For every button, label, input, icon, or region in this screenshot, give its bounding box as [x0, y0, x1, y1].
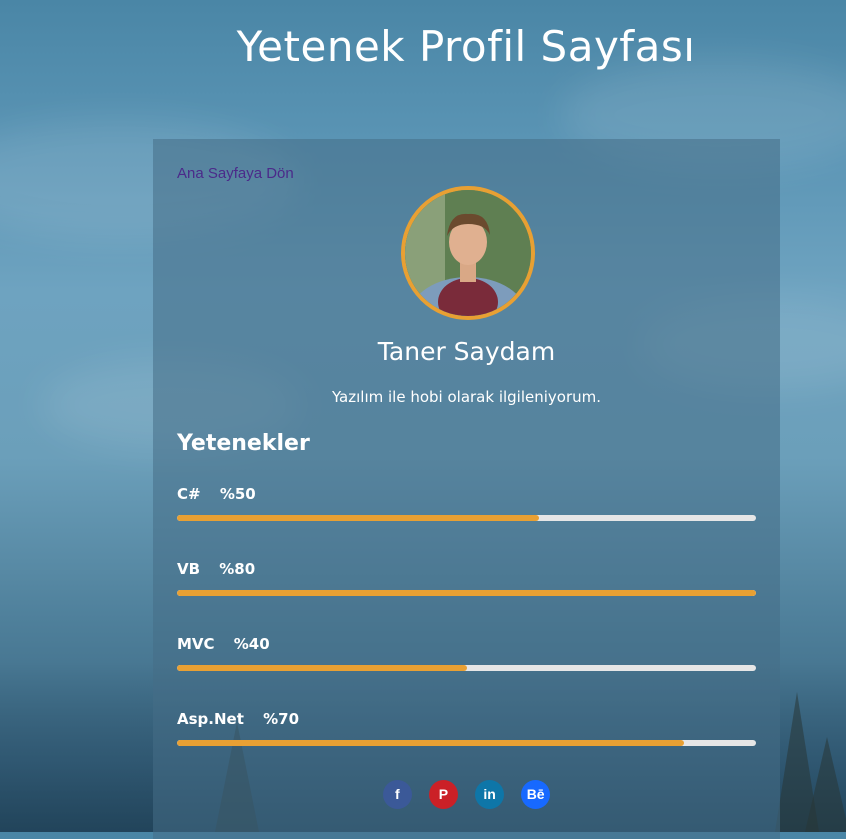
avatar [401, 186, 535, 320]
skill-progress-fill [177, 515, 539, 521]
skill-progress-fill [177, 590, 756, 596]
skills-heading: Yetenekler [177, 431, 310, 456]
skill-percent: %40 [233, 635, 270, 653]
profile-card: Ana Sayfaya Dön Taner Saydam Yazılım ile… [153, 139, 780, 839]
skill-name: VB [177, 560, 201, 578]
skill-percent: %50 [219, 485, 256, 503]
back-to-home-link[interactable]: Ana Sayfaya Dön [177, 165, 294, 182]
skill-item: VB %80 [177, 560, 756, 596]
skill-progress-bar [177, 515, 756, 521]
skill-percent: %70 [263, 710, 300, 728]
skill-progress-bar [177, 740, 756, 746]
social-links: f P in Bē [153, 780, 780, 809]
skill-progress-fill [177, 665, 467, 671]
skill-item: Asp.Net %70 [177, 710, 756, 746]
skill-name: MVC [177, 635, 215, 653]
page-title: Yetenek Profil Sayfası [236, 22, 696, 71]
profile-name: Taner Saydam [377, 337, 556, 366]
linkedin-icon[interactable]: in [475, 780, 505, 809]
skill-percent: %80 [219, 560, 256, 578]
skill-item: C# %50 [177, 485, 756, 521]
skill-progress-bar [177, 590, 756, 596]
skill-item: MVC %40 [177, 635, 756, 671]
facebook-icon[interactable]: f [382, 780, 412, 809]
profile-bio: Yazılım ile hobi olarak ilgileniyorum. [331, 388, 602, 406]
pinterest-icon[interactable]: P [428, 780, 458, 809]
skill-progress-fill [177, 740, 684, 746]
skill-name: C# [177, 485, 201, 503]
behance-icon[interactable]: Bē [521, 780, 551, 809]
skill-progress-bar [177, 665, 756, 671]
skill-name: Asp.Net [177, 710, 244, 728]
